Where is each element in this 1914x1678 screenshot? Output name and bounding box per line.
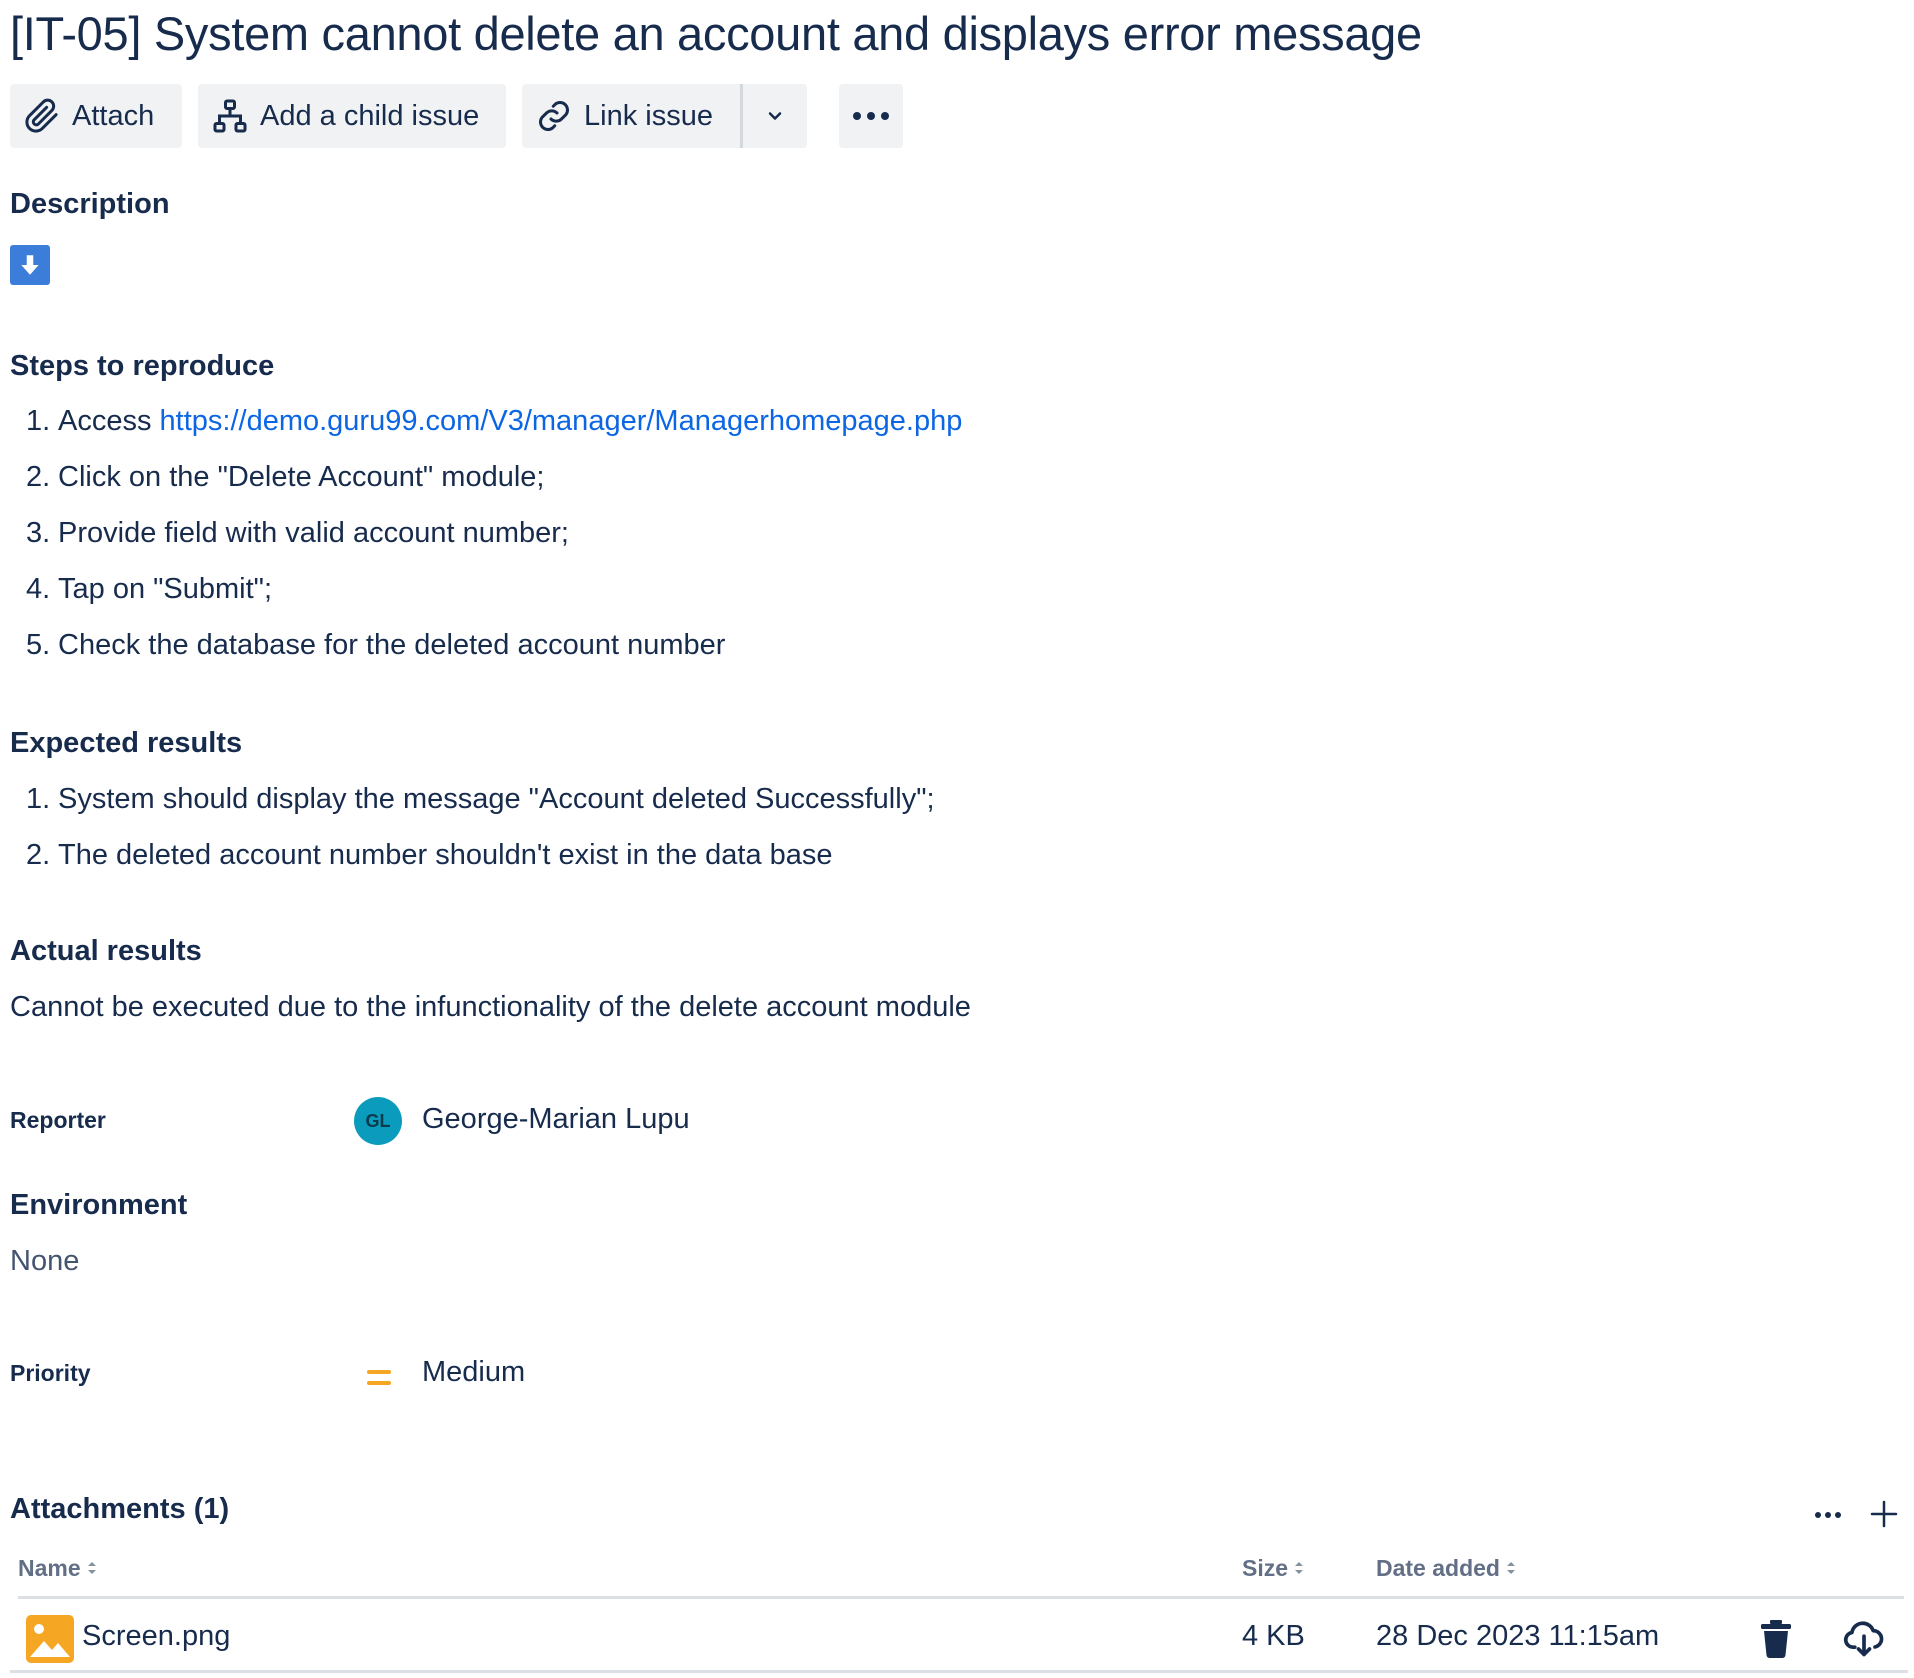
actual-results-heading: Actual results [10, 935, 202, 967]
chevron-down-icon [765, 106, 785, 126]
more-actions-button[interactable] [839, 84, 903, 148]
column-header-name[interactable]: Name [18, 1555, 97, 1582]
step-item: 4. Tap on "Submit"; [26, 561, 962, 617]
cloud-download-icon [1842, 1621, 1886, 1664]
column-header-size[interactable]: Size [1242, 1555, 1304, 1582]
column-header-date-added[interactable]: Date added [1376, 1555, 1516, 1582]
hierarchy-icon [212, 98, 248, 134]
expected-text: System should display the message "Accou… [58, 783, 935, 815]
description-heading: Description [10, 188, 170, 220]
trash-icon [1758, 1620, 1794, 1662]
step-number: 1. [26, 405, 51, 437]
download-attachment-button[interactable] [1842, 1616, 1886, 1660]
expected-results-heading: Expected results [10, 727, 243, 759]
add-child-issue-button[interactable]: Add a child issue [198, 84, 506, 148]
priority-medium-icon [367, 1367, 391, 1389]
attachments-more-button[interactable] [1808, 1500, 1848, 1530]
step-text: Check the database for the deleted accou… [58, 629, 726, 661]
reporter-name[interactable]: George-Marian Lupu [422, 1103, 690, 1136]
plus-icon [1870, 1500, 1898, 1533]
step-number: 3. [26, 517, 51, 549]
step-text: Click on the "Delete Account" module; [58, 461, 545, 493]
add-child-issue-label: Add a child issue [260, 99, 480, 132]
priority-value[interactable]: Medium [422, 1356, 525, 1389]
column-header-label: Name [18, 1555, 81, 1581]
step-item: 2. Click on the "Delete Account" module; [26, 449, 962, 505]
steps-list: 1. Access https://demo.guru99.com/V3/mana… [26, 393, 962, 673]
step-number: 4. [26, 573, 51, 605]
sort-icon [87, 1555, 97, 1582]
actual-results-text: Cannot be executed due to the infunction… [10, 991, 971, 1023]
expected-number: 2. [26, 839, 51, 871]
expected-text: The deleted account number shouldn't exi… [58, 839, 833, 871]
step-item: 5. Check the database for the deleted acc… [26, 617, 962, 673]
environment-label: Environment [10, 1189, 188, 1221]
step-number: 2. [26, 461, 51, 493]
paperclip-icon [24, 98, 60, 134]
image-file-icon [26, 1615, 74, 1663]
avatar[interactable]: GL [354, 1097, 402, 1145]
sort-icon [1294, 1555, 1304, 1582]
add-attachment-button[interactable] [1864, 1496, 1904, 1536]
link-icon [536, 98, 572, 134]
column-header-label: Date added [1376, 1555, 1500, 1581]
issue-title[interactable]: [IT-05] System cannot delete an account … [10, 6, 1422, 61]
attach-button[interactable]: Attach [10, 84, 182, 148]
expected-number: 1. [26, 783, 51, 815]
table-header-divider [18, 1596, 1904, 1599]
priority-label: Priority [10, 1360, 91, 1386]
step-number: 5. [26, 629, 51, 661]
sort-icon [1506, 1555, 1516, 1582]
step-prefix: Access [58, 405, 160, 437]
reporter-label: Reporter [10, 1107, 106, 1133]
step-item: 1. Access https://demo.guru99.com/V3/mana… [26, 393, 962, 449]
step-text: Provide field with valid account number; [58, 517, 569, 549]
environment-value[interactable]: None [10, 1245, 79, 1278]
link-issue-dropdown-button[interactable] [743, 84, 807, 148]
link-issue-label: Link issue [584, 99, 713, 132]
expected-item: 2. The deleted account number shouldn't e… [26, 827, 935, 883]
more-horizontal-icon [851, 110, 891, 122]
attachments-heading: Attachments (1) [10, 1493, 230, 1525]
attachment-file-name[interactable]: Screen.png [82, 1620, 230, 1653]
guru99-link[interactable]: https://demo.guru99.com/V3/manager/Manag… [160, 405, 963, 437]
table-row-divider [10, 1670, 1908, 1673]
step-text: Tap on "Submit"; [58, 573, 273, 605]
step-item: 3. Provide field with valid account numbe… [26, 505, 962, 561]
expected-item: 1. System should display the message "Acc… [26, 771, 935, 827]
link-issue-button[interactable]: Link issue [522, 84, 740, 148]
delete-attachment-button[interactable] [1758, 1618, 1794, 1658]
link-issue-group: Link issue [522, 84, 807, 148]
arrow-down-icon [10, 245, 50, 285]
attachment-date-added: 28 Dec 2023 11:15am [1376, 1620, 1660, 1652]
issue-toolbar: Attach Add a child issue Link issue [10, 84, 903, 148]
expected-results-list: 1. System should display the message "Acc… [26, 771, 935, 883]
steps-heading: Steps to reproduce [10, 350, 275, 382]
attach-label: Attach [72, 99, 155, 132]
more-horizontal-icon [1814, 1506, 1842, 1524]
attachment-file-size: 4 KB [1242, 1620, 1305, 1652]
column-header-label: Size [1242, 1555, 1289, 1581]
